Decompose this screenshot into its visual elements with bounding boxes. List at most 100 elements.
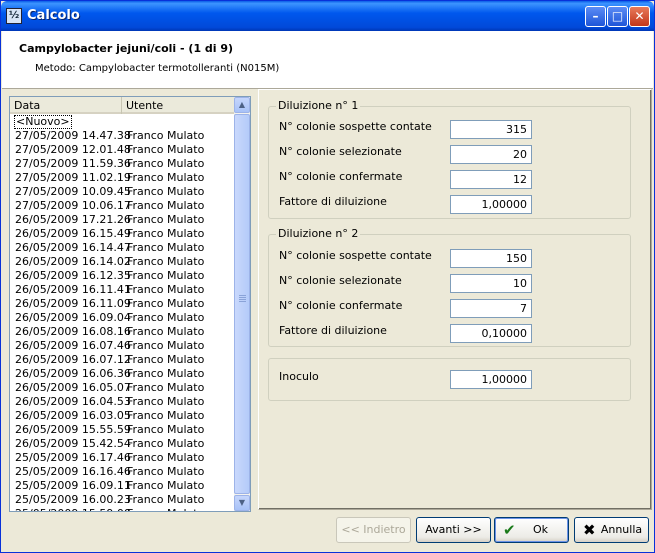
list-item[interactable]: 27/05/2009 10.06.17 Franco Mulato <box>10 199 236 213</box>
list-item-date: 26/05/2009 16.12.35 <box>15 269 131 282</box>
d1-fattore-input[interactable]: 1,00000 <box>450 195 532 214</box>
list-item[interactable]: 27/05/2009 12.01.48 Franco Mulato <box>10 143 236 157</box>
back-button[interactable]: << Indietro <box>336 517 411 543</box>
diluizione-2-group: Diluizione n° 2 N° colonie sospette cont… <box>268 227 631 347</box>
list-item-date: 26/05/2009 16.05.07 <box>15 381 131 394</box>
list-item[interactable]: 26/05/2009 16.08.16 Franco Mulato <box>10 325 236 339</box>
list-item-date: 26/05/2009 16.15.49 <box>15 227 131 240</box>
calcolo-window: ½ Calcolo – □ ✕ Campylobacter jejuni/col… <box>0 0 655 553</box>
list-item-user: Franco Mulato <box>127 507 204 511</box>
diluizione-2-title: Diluizione n° 2 <box>276 227 361 240</box>
list-item-user: Franco Mulato <box>127 437 205 450</box>
list-item-date: 26/05/2009 16.11.09 <box>15 297 131 310</box>
list-item-user: Franco Mulato <box>127 297 205 310</box>
d1-confermate-label: N° colonie confermate <box>279 170 403 183</box>
list-item-user: Franco Mulato <box>127 255 205 268</box>
d1-sospette-input[interactable]: 315 <box>450 120 532 139</box>
d1-selezionate-input[interactable]: 20 <box>450 145 532 164</box>
list-item[interactable]: 26/05/2009 15.55.59 Franco Mulato <box>10 423 236 437</box>
list-item-user: Franco Mulato <box>127 325 205 338</box>
list-item-user: Franco Mulato <box>127 213 205 226</box>
list-item[interactable]: 26/05/2009 16.05.07 Franco Mulato <box>10 381 236 395</box>
list-item-date: 26/05/2009 16.08.16 <box>15 325 131 338</box>
d1-sospette-label: N° colonie sospette contate <box>279 120 432 133</box>
list-item-user: Franco Mulato <box>127 171 205 184</box>
cancel-button[interactable]: ✖ Annulla <box>574 517 649 543</box>
cross-icon: ✖ <box>583 521 596 539</box>
list-item[interactable]: <Nuovo> <box>10 115 236 129</box>
list-item[interactable]: 25/05/2009 15.59.00Franco Mulato <box>10 507 236 511</box>
title-bar[interactable]: ½ Calcolo – □ ✕ <box>1 1 654 31</box>
minimize-icon: – <box>592 9 599 23</box>
list-item[interactable]: 26/05/2009 16.03.05 Franco Mulato <box>10 409 236 423</box>
d2-selezionate-input[interactable]: 10 <box>450 274 532 293</box>
list-item[interactable]: 26/05/2009 15.42.54 Franco Mulato <box>10 437 236 451</box>
ok-button[interactable]: ✔ Ok <box>494 517 569 543</box>
column-header-utente[interactable]: Utente <box>122 97 236 114</box>
list-item-user: Franco Mulato <box>127 269 205 282</box>
list-item[interactable]: 26/05/2009 16.15.49 Franco Mulato <box>10 227 236 241</box>
d2-sospette-input[interactable]: 150 <box>450 249 532 268</box>
list-item-date: 27/05/2009 14.47.38 <box>15 129 131 142</box>
list-item[interactable]: 26/05/2009 16.11.09 Franco Mulato <box>10 297 236 311</box>
inoculo-group: Inoculo 1,00000 <box>268 358 631 401</box>
header-title: Campylobacter jejuni/coli - (1 di 9) <box>19 42 234 55</box>
close-button[interactable]: ✕ <box>629 6 650 27</box>
list-item-date: 26/05/2009 16.09.04 <box>15 311 131 324</box>
d1-confermate-input[interactable]: 12 <box>450 170 532 189</box>
list-item[interactable]: 27/05/2009 11.59.36 Franco Mulato <box>10 157 236 171</box>
list-item[interactable]: 25/05/2009 16.17.46 Franco Mulato <box>10 451 236 465</box>
d2-sospette-label: N° colonie sospette contate <box>279 249 432 262</box>
list-item[interactable]: 26/05/2009 16.09.04 Franco Mulato <box>10 311 236 325</box>
arrow-up-icon: ▲ <box>238 100 246 109</box>
list-item-date: 27/05/2009 11.59.36 <box>15 157 131 170</box>
list-item[interactable]: 26/05/2009 16.11.41 Franco Mulato <box>10 283 236 297</box>
list-item-user: Franco Mulato <box>127 381 205 394</box>
list-item-user: Franco Mulato <box>127 283 205 296</box>
list-item[interactable]: 25/05/2009 16.00.23 Franco Mulato <box>10 493 236 507</box>
list-item-date: 25/05/2009 16.16.46 <box>15 465 131 478</box>
input-panel: Diluizione n° 1 N° colonie sospette cont… <box>258 89 652 510</box>
d1-fattore-label: Fattore di diluizione <box>279 195 387 208</box>
list-item-user: Franco Mulato <box>127 129 205 142</box>
list-item-user: Franco Mulato <box>127 339 205 352</box>
list-item-date: 26/05/2009 15.42.54 <box>15 437 131 450</box>
d2-confermate-label: N° colonie confermate <box>279 299 403 312</box>
list-item[interactable]: 26/05/2009 16.04.53 Franco Mulato <box>10 395 236 409</box>
d2-fattore-input[interactable]: 0,10000 <box>450 324 532 343</box>
list-item[interactable]: 26/05/2009 16.07.46 Franco Mulato <box>10 339 236 353</box>
minimize-button[interactable]: – <box>585 6 606 27</box>
scroll-down-button[interactable]: ▼ <box>234 495 250 511</box>
arrow-down-icon: ▼ <box>238 498 246 507</box>
column-header-data[interactable]: Data <box>10 97 122 114</box>
list-item-date: 26/05/2009 15.55.59 <box>15 423 131 436</box>
list-item-user: Franco Mulato <box>127 227 205 240</box>
list-item[interactable]: 27/05/2009 14.47.38 Franco Mulato <box>10 129 236 143</box>
list-item[interactable]: 26/05/2009 16.12.35 Franco Mulato <box>10 269 236 283</box>
list-item[interactable]: 25/05/2009 16.16.46 Franco Mulato <box>10 465 236 479</box>
maximize-button[interactable]: □ <box>607 6 628 27</box>
list-item[interactable]: 27/05/2009 11.02.19 Franco Mulato <box>10 171 236 185</box>
d2-confermate-input[interactable]: 7 <box>450 299 532 318</box>
list-item-date: 26/05/2009 16.03.05 <box>15 409 131 422</box>
list-item-user: Franco Mulato <box>127 143 205 156</box>
list-item-user: Franco Mulato <box>127 241 205 254</box>
history-list[interactable]: Data Utente <Nuovo> 27/05/2009 14.47.38 Fr… <box>9 96 251 512</box>
list-item-user: Franco Mulato <box>127 199 205 212</box>
list-item[interactable]: 26/05/2009 16.14.02 Franco Mulato <box>10 255 236 269</box>
inoculo-input[interactable]: 1,00000 <box>450 370 532 389</box>
list-item[interactable]: 26/05/2009 17.21.26 Franco Mulato <box>10 213 236 227</box>
scroll-thumb[interactable] <box>234 114 250 494</box>
vertical-scrollbar[interactable]: ▲ ▼ <box>234 97 250 511</box>
list-item-user: Franco Mulato <box>127 367 205 380</box>
list-item[interactable]: 26/05/2009 16.14.47 Franco Mulato <box>10 241 236 255</box>
list-item[interactable]: 26/05/2009 16.06.36 Franco Mulato <box>10 367 236 381</box>
list-item-date: <Nuovo> <box>14 115 72 129</box>
scroll-up-button[interactable]: ▲ <box>234 97 250 113</box>
list-item-user: Franco Mulato <box>127 353 205 366</box>
list-item[interactable]: 25/05/2009 16.09.11 Franco Mulato <box>10 479 236 493</box>
list-item-date: 26/05/2009 16.06.36 <box>15 367 131 380</box>
next-button[interactable]: Avanti >> <box>416 517 491 543</box>
list-item[interactable]: 26/05/2009 16.07.12 Franco Mulato <box>10 353 236 367</box>
list-item[interactable]: 27/05/2009 10.09.45 Franco Mulato <box>10 185 236 199</box>
